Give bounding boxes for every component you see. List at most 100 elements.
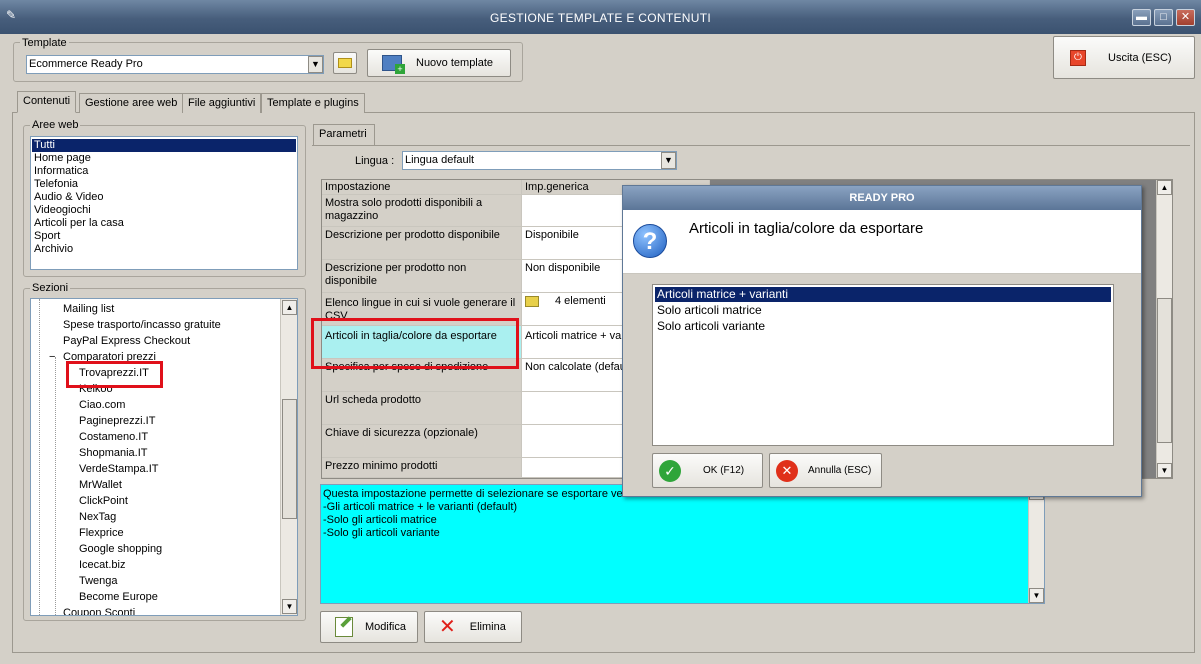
delete-icon: ✕ <box>439 616 456 638</box>
sezioni-scrollbar[interactable]: ▲ ▼ <box>280 299 297 615</box>
setting-cell[interactable]: Prezzo minimo prodotti <box>322 458 522 478</box>
template-select[interactable]: Ecommerce Ready Pro ▼ <box>26 55 324 74</box>
list-item[interactable]: Archivio <box>32 243 296 256</box>
description-scrollbar[interactable]: ▲ ▼ <box>1028 485 1044 603</box>
tree-item[interactable]: Twenga <box>79 573 118 589</box>
tree-line <box>55 357 56 615</box>
exit-label: Uscita (ESC) <box>1108 51 1172 64</box>
scroll-down-icon[interactable]: ▼ <box>1029 588 1044 603</box>
sezioni-label: Sezioni <box>30 282 71 294</box>
tree-item[interactable]: MrWallet <box>79 477 122 493</box>
setting-cell[interactable]: Mostra solo prodotti disponibili a magaz… <box>322 195 522 227</box>
new-template-button[interactable]: + Nuovo template <box>367 49 511 77</box>
modify-button[interactable]: Modifica <box>320 611 418 643</box>
ready-pro-dialog[interactable]: READY PRO ? Articoli in taglia/colore da… <box>622 185 1142 497</box>
description-line: -Gli articoli matrice + le varianti (def… <box>323 501 518 513</box>
tree-item[interactable]: Shopmania.IT <box>79 445 147 461</box>
column-header[interactable]: Impostazione <box>322 180 522 195</box>
tab-gestione-aree-web[interactable]: Gestione aree web <box>79 93 184 113</box>
tab-contenuti[interactable]: Contenuti <box>17 91 77 113</box>
ok-button[interactable]: ✓ OK (F12) <box>652 453 763 488</box>
scroll-down-icon[interactable]: ▼ <box>1157 463 1172 478</box>
template-group-label: Template <box>20 37 69 49</box>
list-item[interactable]: Telefonia <box>32 178 296 191</box>
tree-item[interactable]: Costameno.IT <box>79 429 148 445</box>
scroll-thumb[interactable] <box>1157 298 1172 443</box>
ok-label: OK (F12) <box>703 465 745 476</box>
list-item[interactable]: Tutti <box>32 139 296 152</box>
list-item[interactable]: Home page <box>32 152 296 165</box>
chevron-down-icon[interactable]: ▼ <box>308 56 323 73</box>
tree-item[interactable]: Mailing list <box>63 301 114 317</box>
tab-template-plugins[interactable]: Template e plugins <box>261 93 365 113</box>
callout-highlight <box>311 318 519 369</box>
lingua-select[interactable]: Lingua default ▼ <box>402 151 677 170</box>
tree-item[interactable]: VerdeStampa.IT <box>79 461 159 477</box>
folder-icon <box>338 58 352 68</box>
tree-item[interactable]: Become Europe <box>79 589 158 605</box>
list-item[interactable]: Sport <box>32 230 296 243</box>
setting-cell[interactable]: Descrizione per prodotto disponibile <box>322 227 522 260</box>
tree-item[interactable]: ClickPoint <box>79 493 128 509</box>
question-icon: ? <box>633 224 667 258</box>
tree-item[interactable]: Coupon Sconti <box>63 605 135 615</box>
tree-collapse-icon[interactable]: − <box>49 349 61 365</box>
lingua-label: Lingua : <box>355 155 395 167</box>
delete-button[interactable]: ✕ Elimina <box>424 611 522 643</box>
tree-item[interactable]: Spese trasporto/incasso gratuite <box>63 317 221 333</box>
template-select-value: Ecommerce Ready Pro <box>29 58 143 70</box>
open-folder-button[interactable] <box>333 52 357 74</box>
aree-web-label: Aree web <box>30 119 81 131</box>
tree-item[interactable]: PayPal Express Checkout <box>63 333 190 349</box>
sezioni-tree[interactable]: Mailing list Spese trasporto/incasso gra… <box>30 298 298 616</box>
setting-cell[interactable]: Chiave di sicurezza (opzionale) <box>322 425 522 458</box>
list-item[interactable]: Articoli per la casa <box>32 217 296 230</box>
lingua-select-value: Lingua default <box>405 154 475 166</box>
scroll-thumb[interactable] <box>282 399 297 519</box>
dialog-title: READY PRO <box>623 186 1141 210</box>
exit-button[interactable]: ⏻ Uscita (ESC) <box>1053 36 1195 79</box>
chevron-down-icon[interactable]: ▼ <box>661 152 676 169</box>
dialog-header: ? Articoli in taglia/colore da esportare <box>623 210 1141 274</box>
value-text: 4 elementi <box>555 295 606 307</box>
description-box[interactable]: Questa impostazione permette di selezion… <box>320 484 1045 604</box>
list-item[interactable]: Audio & Video <box>32 191 296 204</box>
tree-item[interactable]: Icecat.biz <box>79 557 125 573</box>
tree-line <box>39 299 40 615</box>
dialog-question: Articoli in taglia/colore da esportare <box>689 220 924 237</box>
tree-item[interactable]: Ciao.com <box>79 397 125 413</box>
modify-label: Modifica <box>365 621 406 633</box>
setting-cell[interactable]: Url scheda prodotto <box>322 392 522 425</box>
cancel-icon: ✕ <box>776 459 798 482</box>
cancel-button[interactable]: ✕ Annulla (ESC) <box>769 453 882 488</box>
setting-cell[interactable]: Descrizione per prodotto non disponibile <box>322 260 522 293</box>
scroll-down-icon[interactable]: ▼ <box>282 599 297 614</box>
option-item[interactable]: Articoli matrice + varianti <box>655 287 1111 302</box>
tree-item[interactable]: NexTag <box>79 509 116 525</box>
tab-file-aggiuntivi[interactable]: File aggiuntivi <box>182 93 262 113</box>
parametri-divider <box>312 145 1190 146</box>
options-list[interactable]: Articoli matrice + varianti Solo articol… <box>652 284 1114 446</box>
list-item[interactable]: Informatica <box>32 165 296 178</box>
callout-highlight <box>66 361 163 388</box>
minimize-button[interactable]: ▬ <box>1132 9 1151 26</box>
scroll-up-icon[interactable]: ▲ <box>282 300 297 315</box>
tree-item[interactable]: Google shopping <box>79 541 162 557</box>
scroll-up-icon[interactable]: ▲ <box>1157 180 1172 195</box>
tree-item[interactable]: Pagineprezzi.IT <box>79 413 155 429</box>
aree-web-list[interactable]: Tutti Home page Informatica Telefonia Au… <box>30 136 298 270</box>
check-icon: ✓ <box>659 459 681 482</box>
new-template-label: Nuovo template <box>416 57 494 69</box>
list-item[interactable]: Videogiochi <box>32 204 296 217</box>
option-item[interactable]: Solo articoli matrice <box>655 302 1111 318</box>
option-item[interactable]: Solo articoli variante <box>655 318 1111 334</box>
folder-icon <box>525 295 539 307</box>
tab-parametri[interactable]: Parametri <box>313 124 375 145</box>
edit-icon <box>335 616 353 637</box>
maximize-button[interactable]: □ <box>1154 9 1173 26</box>
window-title: GESTIONE TEMPLATE E CONTENUTI <box>490 11 711 25</box>
close-button[interactable]: ✕ <box>1176 9 1195 26</box>
description-line: -Solo gli articoli variante <box>323 527 440 539</box>
tree-item[interactable]: Flexprice <box>79 525 124 541</box>
grid-scrollbar[interactable]: ▲ ▼ <box>1156 180 1172 478</box>
